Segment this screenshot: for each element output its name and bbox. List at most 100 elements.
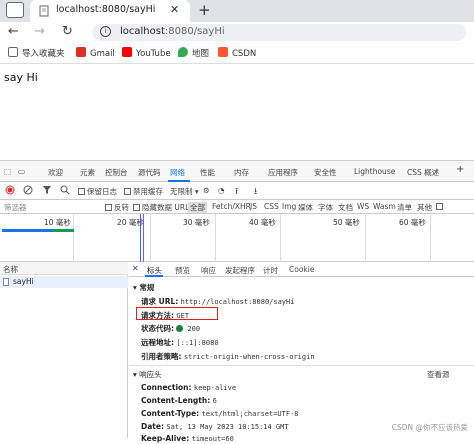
import-har-icon[interactable]: ⭱ xyxy=(235,184,238,200)
hide-data-urls-checkbox[interactable]: 隐藏数据 URL xyxy=(133,202,189,213)
more-tabs-icon[interactable]: + xyxy=(456,164,464,175)
export-har-icon[interactable]: ⭳ xyxy=(254,184,257,200)
back-icon[interactable]: ← xyxy=(8,24,19,39)
document-icon xyxy=(3,278,9,286)
bookmark-gmail[interactable]: Gmail xyxy=(76,47,115,59)
filter-type-js[interactable]: JS xyxy=(250,202,257,211)
tab-timing[interactable]: 计时 xyxy=(263,265,278,276)
filter-type-all[interactable]: 全部 xyxy=(188,202,207,213)
bookmark-maps[interactable]: 地图 xyxy=(178,47,209,59)
filter-type-manifest[interactable]: 清单 xyxy=(397,202,412,213)
maps-icon xyxy=(178,47,188,57)
tab-lighthouse[interactable]: Lighthouse xyxy=(354,167,395,176)
tab-actions-menu-icon[interactable] xyxy=(6,2,24,18)
watermark-text: CSDN @你不应该热爱 xyxy=(391,423,468,432)
bookmark-csdn[interactable]: CSDN xyxy=(218,47,256,59)
tab-initiator[interactable]: 发起程序 xyxy=(225,265,255,276)
bookmark-youtube[interactable]: YouTube xyxy=(122,47,171,59)
request-row[interactable]: sayHi xyxy=(0,276,128,288)
timeline-gridline xyxy=(215,214,216,262)
dom-content-loaded-line xyxy=(140,214,141,262)
devtools-panel: ⬚ ▭ 欢迎 元素 控制台 源代码 网络 性能 内存 应用程序 安全性 Ligh… xyxy=(0,160,474,443)
tab-console[interactable]: 控制台 xyxy=(105,167,128,178)
csdn-icon xyxy=(218,47,228,57)
devtools-tabs: ⬚ ▭ 欢迎 元素 控制台 源代码 网络 性能 内存 应用程序 安全性 Ligh… xyxy=(0,161,474,182)
network-conditions-icon[interactable]: ⚙ xyxy=(203,186,210,195)
response-headers-toggle[interactable]: ▾ 响应头 xyxy=(133,369,162,380)
devtools-inspect-icon[interactable]: ⬚ xyxy=(4,167,11,176)
devtools-device-icon[interactable]: ▭ xyxy=(18,167,25,176)
response-header-row: Content-Type: text/html;charset=UTF-8 xyxy=(141,409,299,418)
timeline-tick: 10 毫秒 xyxy=(44,218,71,227)
timeline-gridline xyxy=(150,214,151,262)
record-icon[interactable] xyxy=(5,185,15,195)
filter-type-media[interactable]: 媒体 xyxy=(298,202,313,213)
tab-sources[interactable]: 源代码 xyxy=(138,167,161,178)
tab-preview[interactable]: 预览 xyxy=(175,265,190,276)
timeline-gridline xyxy=(73,214,74,262)
filter-input[interactable]: 筛选器 xyxy=(4,202,27,213)
timeline-tick: 50 毫秒 xyxy=(333,218,360,227)
response-header-row: Content-Length: 6 xyxy=(141,396,217,405)
details-tabs: ✕ 标头 预览 响应 发起程序 计时 Cookie xyxy=(129,262,474,277)
bookmark-import[interactable]: 导入收藏夹 xyxy=(8,47,65,59)
filter-type-xhr[interactable]: Fetch/XHR xyxy=(212,202,251,211)
reload-icon[interactable]: ↻ xyxy=(62,24,73,39)
throttle-select[interactable]: 无限制 ▾ xyxy=(170,186,199,197)
site-info-icon[interactable]: i xyxy=(100,26,111,37)
navigation-bar: ← → ↻ i localhost:8080/sayHi xyxy=(0,22,474,42)
tab-memory[interactable]: 内存 xyxy=(234,167,249,178)
tab-security[interactable]: 安全性 xyxy=(314,167,337,178)
new-tab-icon[interactable]: + xyxy=(198,1,211,19)
forward-icon[interactable]: → xyxy=(34,24,45,39)
network-filter-bar: 筛选器 反转 隐藏数据 URL 全部 Fetch/XHR JS CSS Img … xyxy=(0,200,474,214)
filter-icon[interactable] xyxy=(42,185,52,195)
invert-checkbox[interactable]: 反转 xyxy=(105,202,129,213)
referrer-policy-row: 引用者策略: strict-origin-when-cross-origin xyxy=(141,352,315,361)
online-icon[interactable]: ◔ xyxy=(218,186,225,195)
tab-performance[interactable]: 性能 xyxy=(200,167,215,178)
view-source-link[interactable]: 查看源 xyxy=(427,369,450,380)
general-section-toggle[interactable]: ▾ 常规 xyxy=(133,282,154,293)
network-toolbar: 保留日志 禁用缓存 无限制 ▾ ⚙ ◔ ⭱ ⭳ xyxy=(0,182,474,200)
search-icon[interactable] xyxy=(60,185,70,195)
filter-type-doc[interactable]: 文档 xyxy=(338,202,353,213)
tab-close-icon[interactable]: ✕ xyxy=(170,3,179,16)
tab-application[interactable]: 应用程序 xyxy=(268,167,298,178)
section-divider xyxy=(129,365,474,366)
tab-welcome[interactable]: 欢迎 xyxy=(48,167,63,178)
status-code-row: 状态代码: 200 xyxy=(141,324,201,333)
browser-tab[interactable]: localhost:8080/sayHi ✕ xyxy=(30,0,190,22)
tab-network[interactable]: 网络 xyxy=(170,167,185,178)
tab-css-overview[interactable]: CSS 概述 xyxy=(407,167,439,178)
tab-elements[interactable]: 元素 xyxy=(80,167,95,178)
clear-icon[interactable] xyxy=(23,185,33,195)
filter-type-other[interactable]: 其他 xyxy=(417,202,432,213)
disable-cache-checkbox[interactable]: 禁用缓存 xyxy=(124,186,163,197)
tab-cookies[interactable]: Cookie xyxy=(289,265,314,274)
preserve-log-checkbox[interactable]: 保留日志 xyxy=(78,186,117,197)
network-timeline[interactable]: 10 毫秒 20 毫秒 30 毫秒 40 毫秒 50 毫秒 60 毫秒 xyxy=(0,214,474,262)
request-method-highlight xyxy=(136,307,218,320)
browser-tab-strip: localhost:8080/sayHi ✕ + xyxy=(0,0,474,22)
gmail-icon xyxy=(76,47,86,57)
close-details-icon[interactable]: ✕ xyxy=(132,264,139,273)
tab-response[interactable]: 响应 xyxy=(201,265,216,276)
page-body-text: say Hi xyxy=(4,71,38,84)
status-ok-icon xyxy=(176,325,184,332)
load-event-line xyxy=(143,214,144,262)
response-header-row: Keep-Alive: timeout=60 xyxy=(141,434,234,443)
active-detail-tab-indicator xyxy=(145,275,163,277)
response-header-row: Connection: keep-alive xyxy=(141,383,237,392)
filter-type-wasm[interactable]: Wasm xyxy=(373,202,396,211)
address-bar[interactable]: i localhost:8080/sayHi xyxy=(92,24,466,41)
timeline-request-bar-tail xyxy=(52,229,74,232)
filter-type-css[interactable]: CSS xyxy=(264,202,279,211)
filter-type-font[interactable]: 字体 xyxy=(318,202,333,213)
filter-type-img[interactable]: Img xyxy=(282,202,296,211)
filter-more-checkbox[interactable] xyxy=(436,202,445,211)
filter-type-ws[interactable]: WS xyxy=(357,202,369,211)
timeline-tick: 40 毫秒 xyxy=(249,218,276,227)
timeline-gridline xyxy=(430,214,431,262)
response-header-row: Date: Sat, 13 May 2023 10:15:14 GMT xyxy=(141,422,289,431)
